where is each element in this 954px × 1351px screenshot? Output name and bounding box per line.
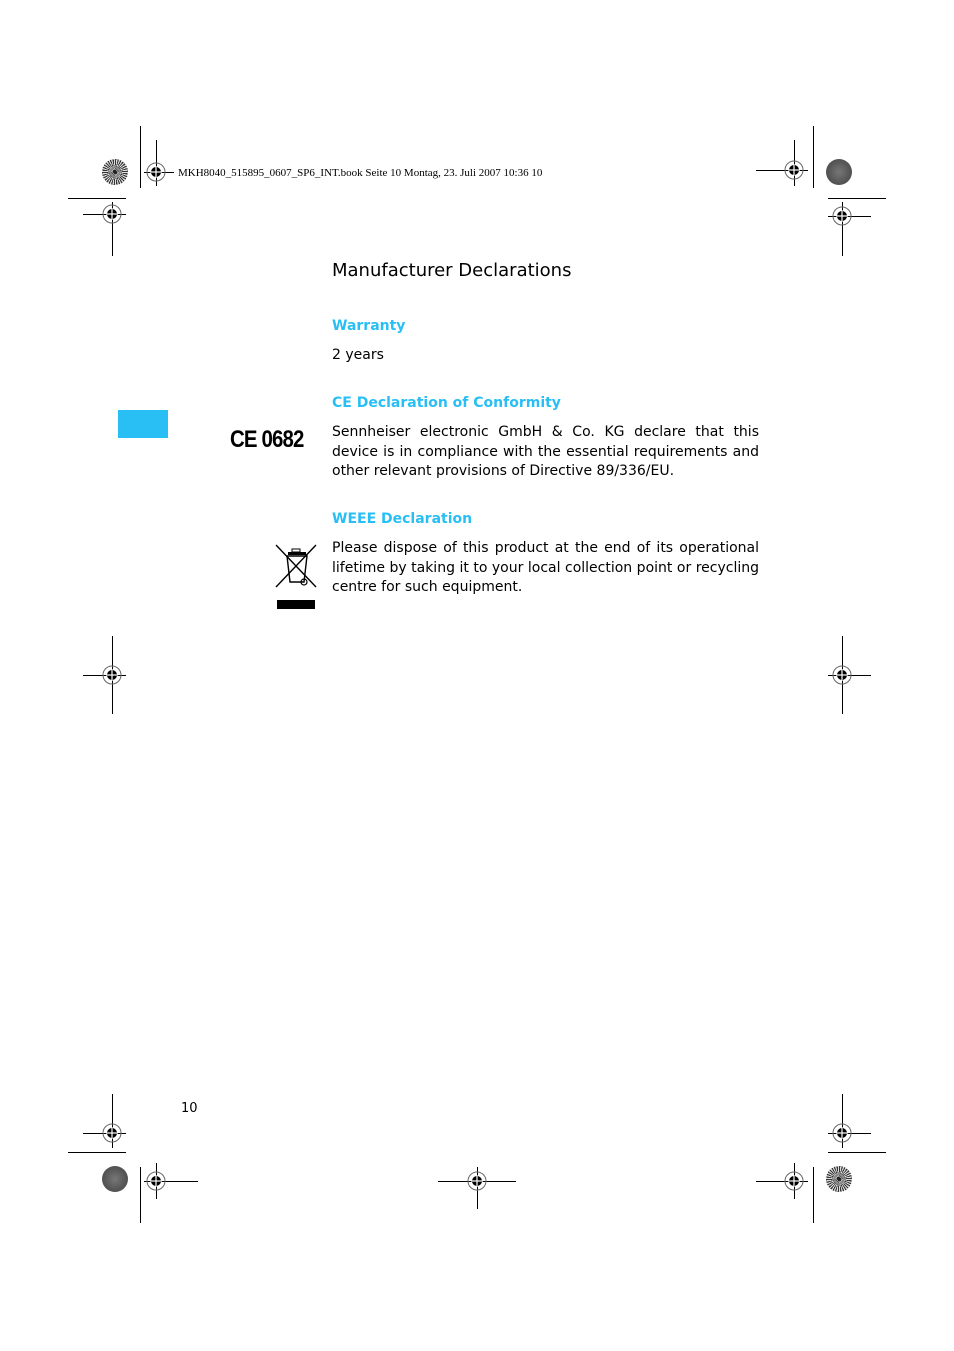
registration-mark-icon	[101, 664, 123, 686]
warranty-text: 2 years	[332, 347, 384, 363]
crop-line	[828, 1152, 886, 1153]
crop-line	[68, 1152, 126, 1153]
chapter-tab-marker	[118, 410, 168, 438]
registration-disc-icon	[826, 1166, 852, 1192]
page-number: 10	[181, 1101, 198, 1116]
crop-line	[813, 1167, 814, 1223]
page-title: Manufacturer Declarations	[332, 260, 572, 281]
registration-mark-icon	[145, 1170, 167, 1192]
ce-declaration-text: Sennheiser electronic GmbH & Co. KG decl…	[332, 424, 759, 479]
registration-mark-icon	[145, 161, 167, 183]
ce-mark-icon: CE 0682	[230, 426, 304, 453]
section-heading-warranty: Warranty	[332, 318, 406, 334]
crop-line	[68, 198, 126, 199]
section-heading-ce: CE Declaration of Conformity	[332, 395, 561, 411]
weee-declaration-text: Please dispose of this product at the en…	[332, 540, 759, 595]
registration-mark-icon	[466, 1170, 488, 1192]
registration-disc-icon	[826, 159, 852, 185]
registration-disc-icon	[102, 1166, 128, 1192]
crossed-out-wheelie-bin-icon	[275, 544, 317, 609]
registration-mark-icon	[831, 205, 853, 227]
registration-mark-icon	[831, 664, 853, 686]
registration-mark-icon	[831, 1122, 853, 1144]
print-slug: MKH8040_515895_0607_SP6_INT.book Seite 1…	[178, 167, 543, 179]
crop-line	[140, 1167, 141, 1223]
registration-mark-icon	[783, 1170, 805, 1192]
crop-line	[828, 198, 886, 199]
registration-mark-icon	[101, 1122, 123, 1144]
section-heading-weee: WEEE Declaration	[332, 511, 473, 527]
crop-line	[813, 126, 814, 188]
registration-mark-icon	[101, 203, 123, 225]
registration-disc-icon	[102, 159, 128, 185]
registration-mark-icon	[783, 159, 805, 181]
crop-line	[140, 126, 141, 188]
